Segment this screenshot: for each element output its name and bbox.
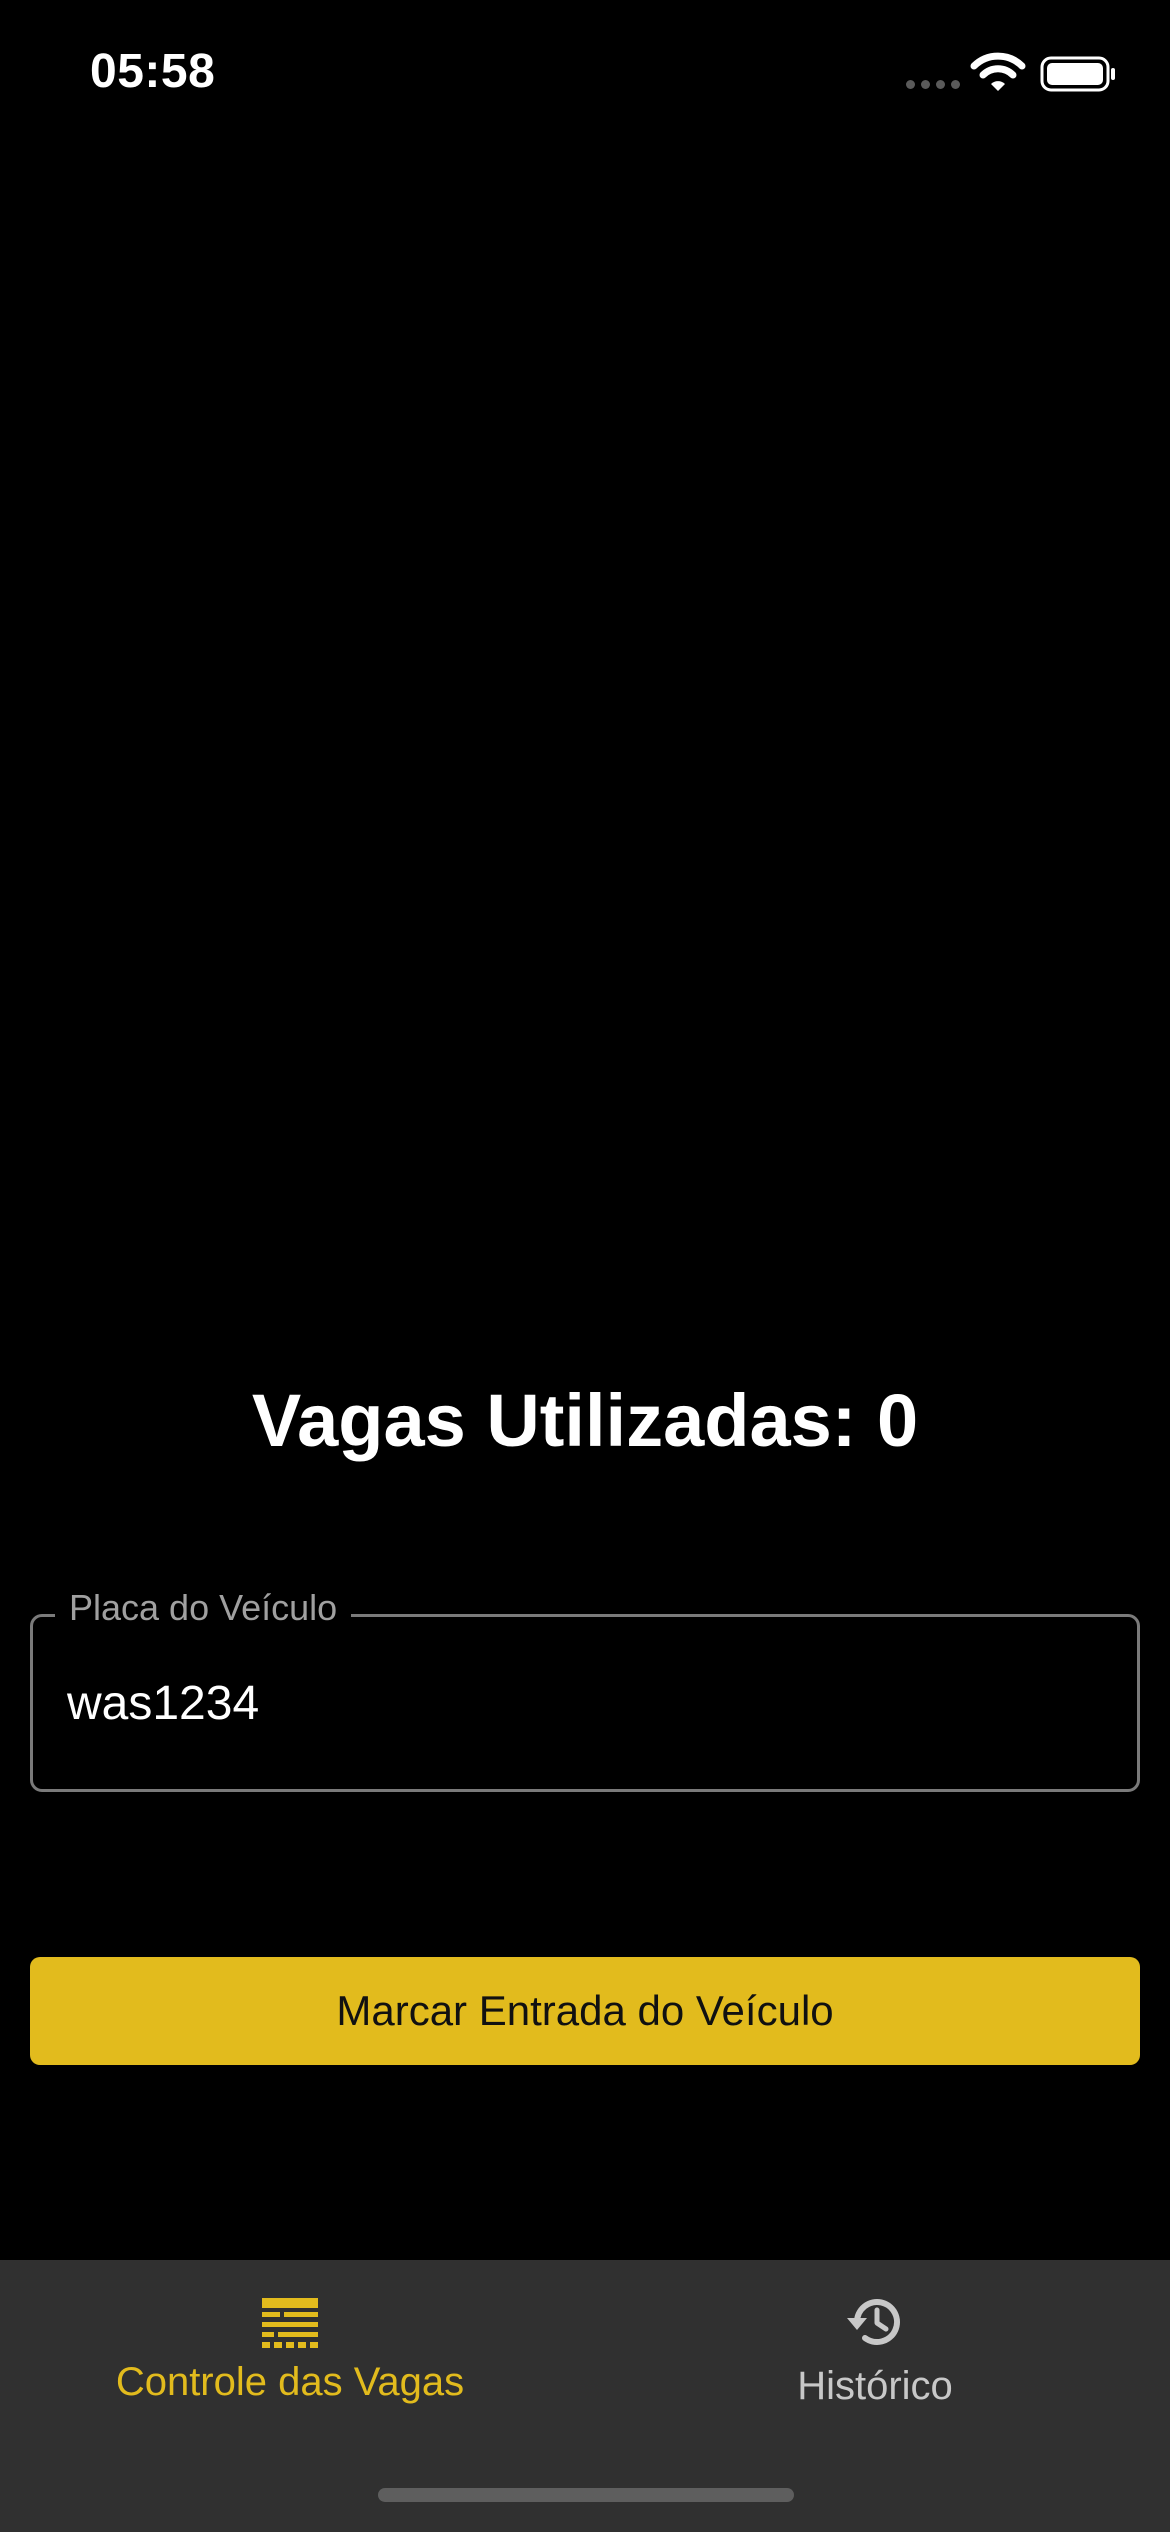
tab-historico-label: Histórico: [797, 2364, 953, 2408]
battery-icon: [1040, 56, 1115, 92]
tab-controle-das-vagas[interactable]: Controle das Vagas: [60, 2260, 520, 2460]
home-indicator: [378, 2488, 794, 2502]
status-time: 05:58: [90, 45, 216, 98]
parking-spots-icon: [262, 2298, 318, 2348]
tab-historico[interactable]: Histórico: [650, 2260, 1100, 2460]
plate-field[interactable]: Placa do Veículo: [30, 1587, 1140, 1792]
plate-input[interactable]: [67, 1667, 1087, 1739]
wifi-icon: [970, 52, 1026, 91]
page-title: Vagas Utilizadas: 0: [251, 1379, 919, 1462]
tab-controle-label: Controle das Vagas: [115, 2360, 465, 2404]
plate-field-label: Placa do Veículo: [55, 1587, 352, 1629]
mark-entry-button[interactable]: Marcar Entrada do Veículo: [30, 1957, 1140, 2065]
status-bar: 05:58: [0, 0, 1170, 150]
history-icon: [847, 2299, 900, 2345]
signal-dots-icon: [906, 80, 960, 92]
